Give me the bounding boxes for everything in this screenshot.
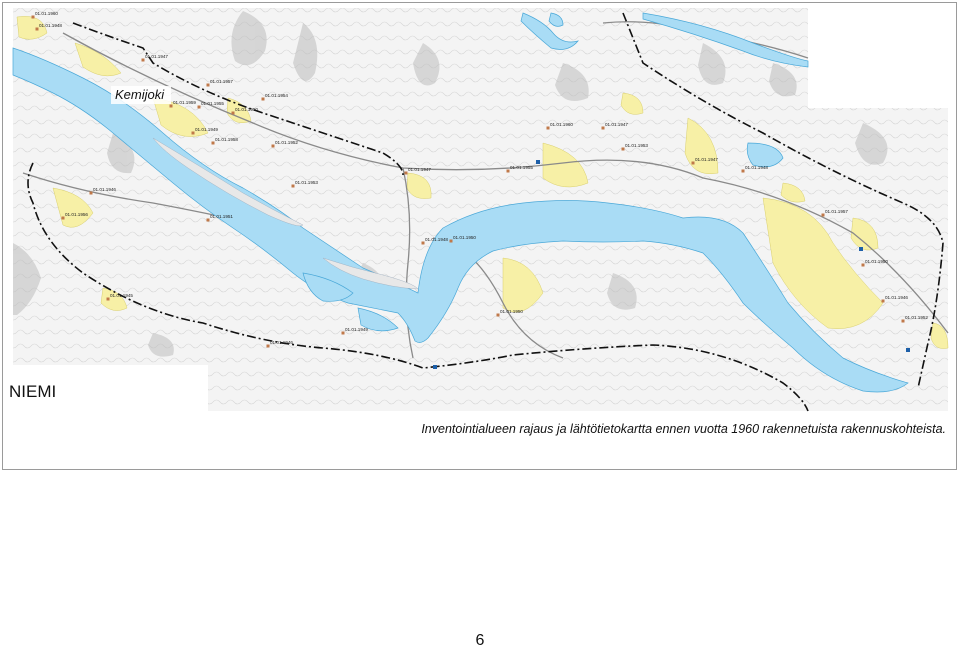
site-label: 01.01.1959 xyxy=(173,100,196,105)
site-label: 01.01.1947 xyxy=(605,122,628,127)
site-label: 01.01.1948 xyxy=(425,237,448,242)
site-label: 01.01.1953 xyxy=(295,180,318,185)
site-label: 01.01.1952 xyxy=(905,315,928,320)
page-number: 6 xyxy=(475,632,485,649)
site-label: 01.01.1950 xyxy=(500,309,523,314)
river-label: Kemijoki xyxy=(115,87,165,102)
site-label: 01.01.1960 xyxy=(550,122,573,127)
site-label: 01.01.1951 xyxy=(210,214,233,219)
site-label: 01.01.1952 xyxy=(275,140,298,145)
site-label: 01.01.1950 xyxy=(453,235,476,240)
site-label: 01.01.1954 xyxy=(265,93,288,98)
site-label: 01.01.1947 xyxy=(145,54,168,59)
site-label: 01.01.1946 xyxy=(885,295,908,300)
site-label: 01.01.1956 xyxy=(65,212,88,217)
site-label: 01.01.1948 xyxy=(39,23,62,28)
inventory-map: 01.01.1960 01.01.1948 01.01.1947 01.01.1… xyxy=(3,8,949,415)
site-label: 01.01.1960 xyxy=(35,11,58,16)
figure-caption: Inventointialueen rajaus ja lähtötietoka… xyxy=(421,422,946,436)
site-label: 01.01.1957 xyxy=(825,209,848,214)
site-label: 01.01.1946 xyxy=(93,187,116,192)
site-label: 01.01.1947 xyxy=(408,167,431,172)
site-label: 01.01.1948 xyxy=(745,165,768,170)
site-label: 01.01.1947 xyxy=(695,157,718,162)
site-label: 01.01.1950 xyxy=(235,107,258,112)
place-label: NIEMI xyxy=(9,382,56,401)
site-label: 01.01.1946 xyxy=(270,340,293,345)
figure-frame: 01.01.1960 01.01.1948 01.01.1947 01.01.1… xyxy=(2,2,957,470)
site-label: 01.01.1949 xyxy=(195,127,218,132)
site-label: 01.01.1957 xyxy=(210,79,233,84)
site-label: 01.01.1955 xyxy=(201,101,224,106)
site-label: 01.01.1949 xyxy=(345,327,368,332)
site-label: 01.01.1950 xyxy=(865,259,888,264)
site-label: 01.01.1953 xyxy=(625,143,648,148)
site-label: 01.01.1955 xyxy=(510,165,533,170)
site-label: 01.01.1958 xyxy=(215,137,238,142)
site-label: 01.01.1945 xyxy=(110,293,133,298)
